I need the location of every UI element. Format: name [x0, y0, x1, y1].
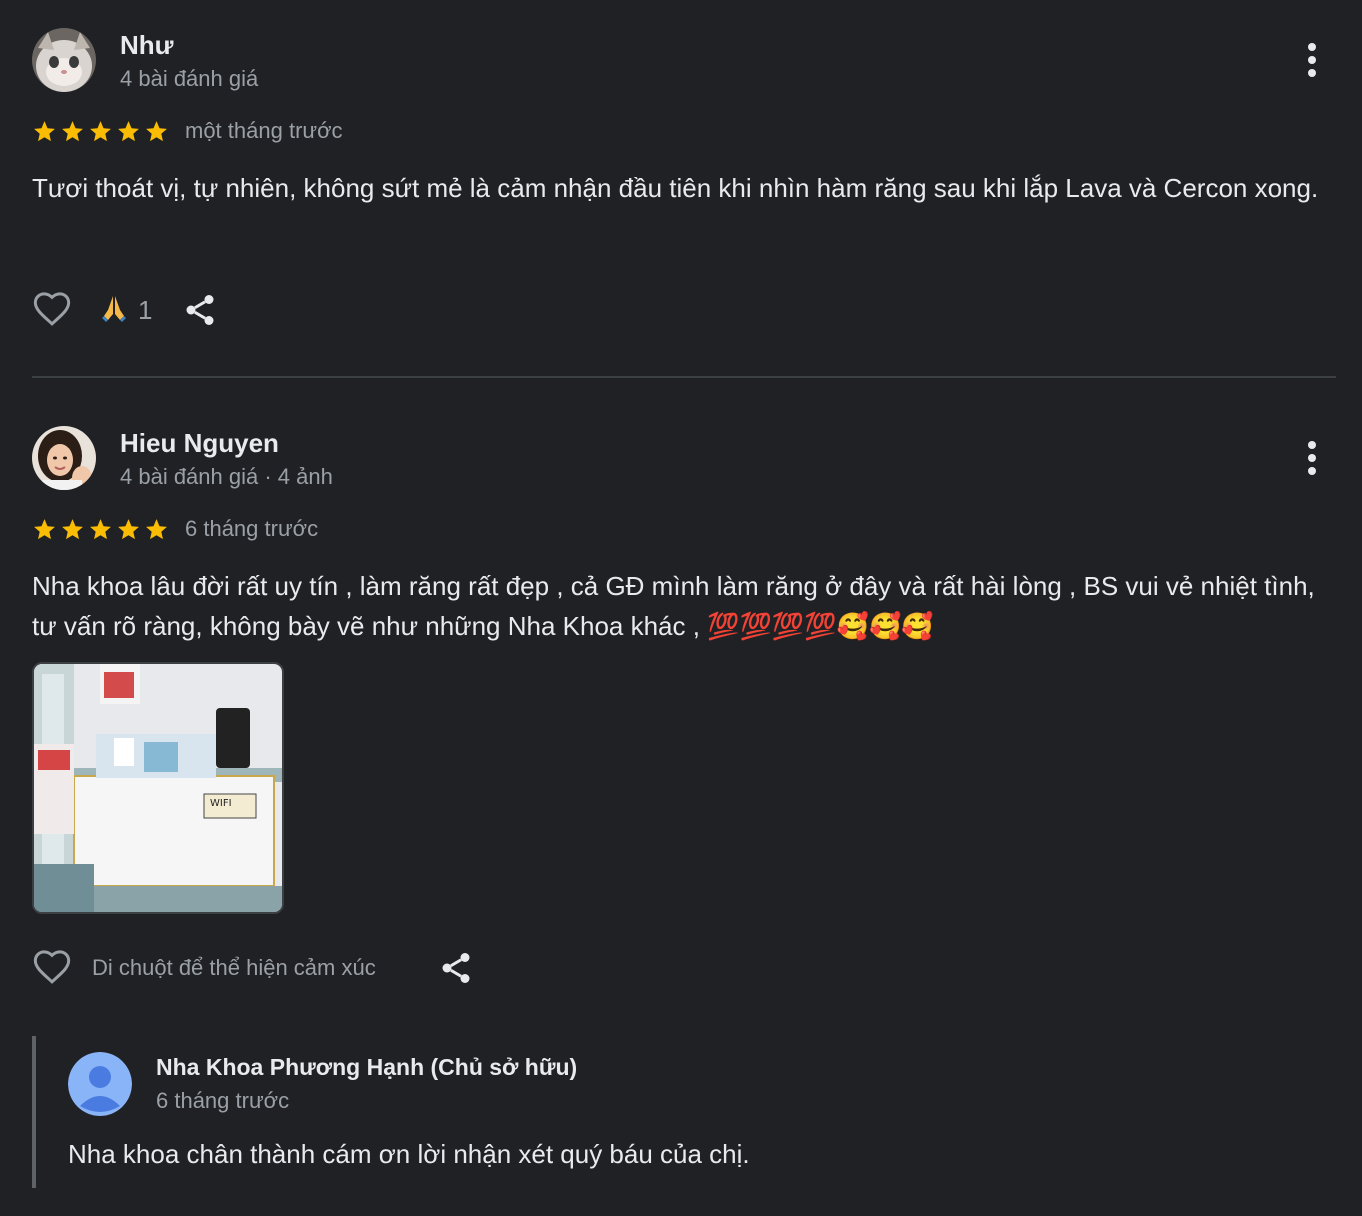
- review-time: 6 tháng trước: [185, 516, 319, 541]
- review-time: một tháng trước: [185, 118, 343, 143]
- more-vert-icon[interactable]: [1304, 42, 1320, 78]
- rating-row: 6 tháng trước: [32, 514, 318, 544]
- reply-time: 6 tháng trước: [156, 1088, 290, 1113]
- review-header: Như 4 bài đánh giá: [32, 28, 1336, 92]
- review-actions: 1: [32, 290, 218, 330]
- reviewer-meta: 4 bài đánh giá · 4 ảnh: [120, 464, 333, 489]
- person-icon[interactable]: [68, 1052, 132, 1116]
- share-icon[interactable]: [438, 950, 474, 986]
- pray-emoji-icon: [98, 292, 130, 329]
- star-rating: [32, 517, 169, 542]
- heart-icon[interactable]: [32, 948, 72, 988]
- review-text: Nha khoa lâu đời rất uy tín , làm răng r…: [32, 566, 1322, 647]
- avatar[interactable]: [32, 426, 96, 490]
- review-text-main: Nha khoa lâu đời rất uy tín , làm răng r…: [32, 571, 1315, 641]
- review-actions: Di chuột để thể hiện cảm xúc: [32, 948, 474, 988]
- star-icon: [116, 119, 141, 144]
- reviewer-name[interactable]: Như: [120, 30, 174, 61]
- star-icon: [88, 119, 113, 144]
- star-icon: [60, 517, 85, 542]
- review-item: Hieu Nguyen 4 bài đánh giá · 4 ảnh 6 thá…: [32, 426, 1336, 984]
- reply-text: Nha khoa chân thành cám ơn lời nhận xét …: [68, 1139, 750, 1169]
- avatar[interactable]: [32, 28, 96, 92]
- reviewer-name[interactable]: Hieu Nguyen: [120, 428, 279, 459]
- reaction-count: 1: [138, 294, 153, 325]
- reviewer-meta: 4 bài đánh giá: [120, 66, 259, 91]
- review-photo[interactable]: WIFI: [32, 662, 284, 914]
- star-rating: [32, 119, 169, 144]
- star-icon: [144, 119, 169, 144]
- owner-reply: Nha Khoa Phương Hạnh (Chủ sở hữu) 6 thán…: [32, 1036, 1340, 1188]
- star-icon: [32, 119, 57, 144]
- reaction-hint[interactable]: Di chuột để thể hiện cảm xúc: [92, 955, 376, 981]
- divider: [32, 376, 1336, 378]
- rating-row: một tháng trước: [32, 116, 343, 146]
- heart-icon[interactable]: [32, 290, 72, 330]
- star-icon: [60, 119, 85, 144]
- review-text-emoji: 💯💯💯💯🥰🥰🥰: [707, 612, 934, 642]
- reviews-page: Như 4 bài đánh giá một tháng trước Tươi …: [0, 0, 1362, 1216]
- review-item: Như 4 bài đánh giá một tháng trước Tươi …: [32, 28, 1336, 326]
- review-text: Tươi thoát vị, tự nhiên, không sứt mẻ là…: [32, 173, 1319, 203]
- star-icon: [144, 517, 169, 542]
- share-icon[interactable]: [182, 292, 218, 328]
- svg-text:WIFI: WIFI: [210, 798, 232, 809]
- owner-name[interactable]: Nha Khoa Phương Hạnh (Chủ sở hữu): [156, 1054, 577, 1081]
- review-header: Hieu Nguyen 4 bài đánh giá · 4 ảnh: [32, 426, 1336, 490]
- star-icon: [88, 517, 113, 542]
- star-icon: [116, 517, 141, 542]
- more-vert-icon[interactable]: [1304, 440, 1320, 476]
- reaction-chip[interactable]: 1: [98, 292, 152, 329]
- star-icon: [32, 517, 57, 542]
